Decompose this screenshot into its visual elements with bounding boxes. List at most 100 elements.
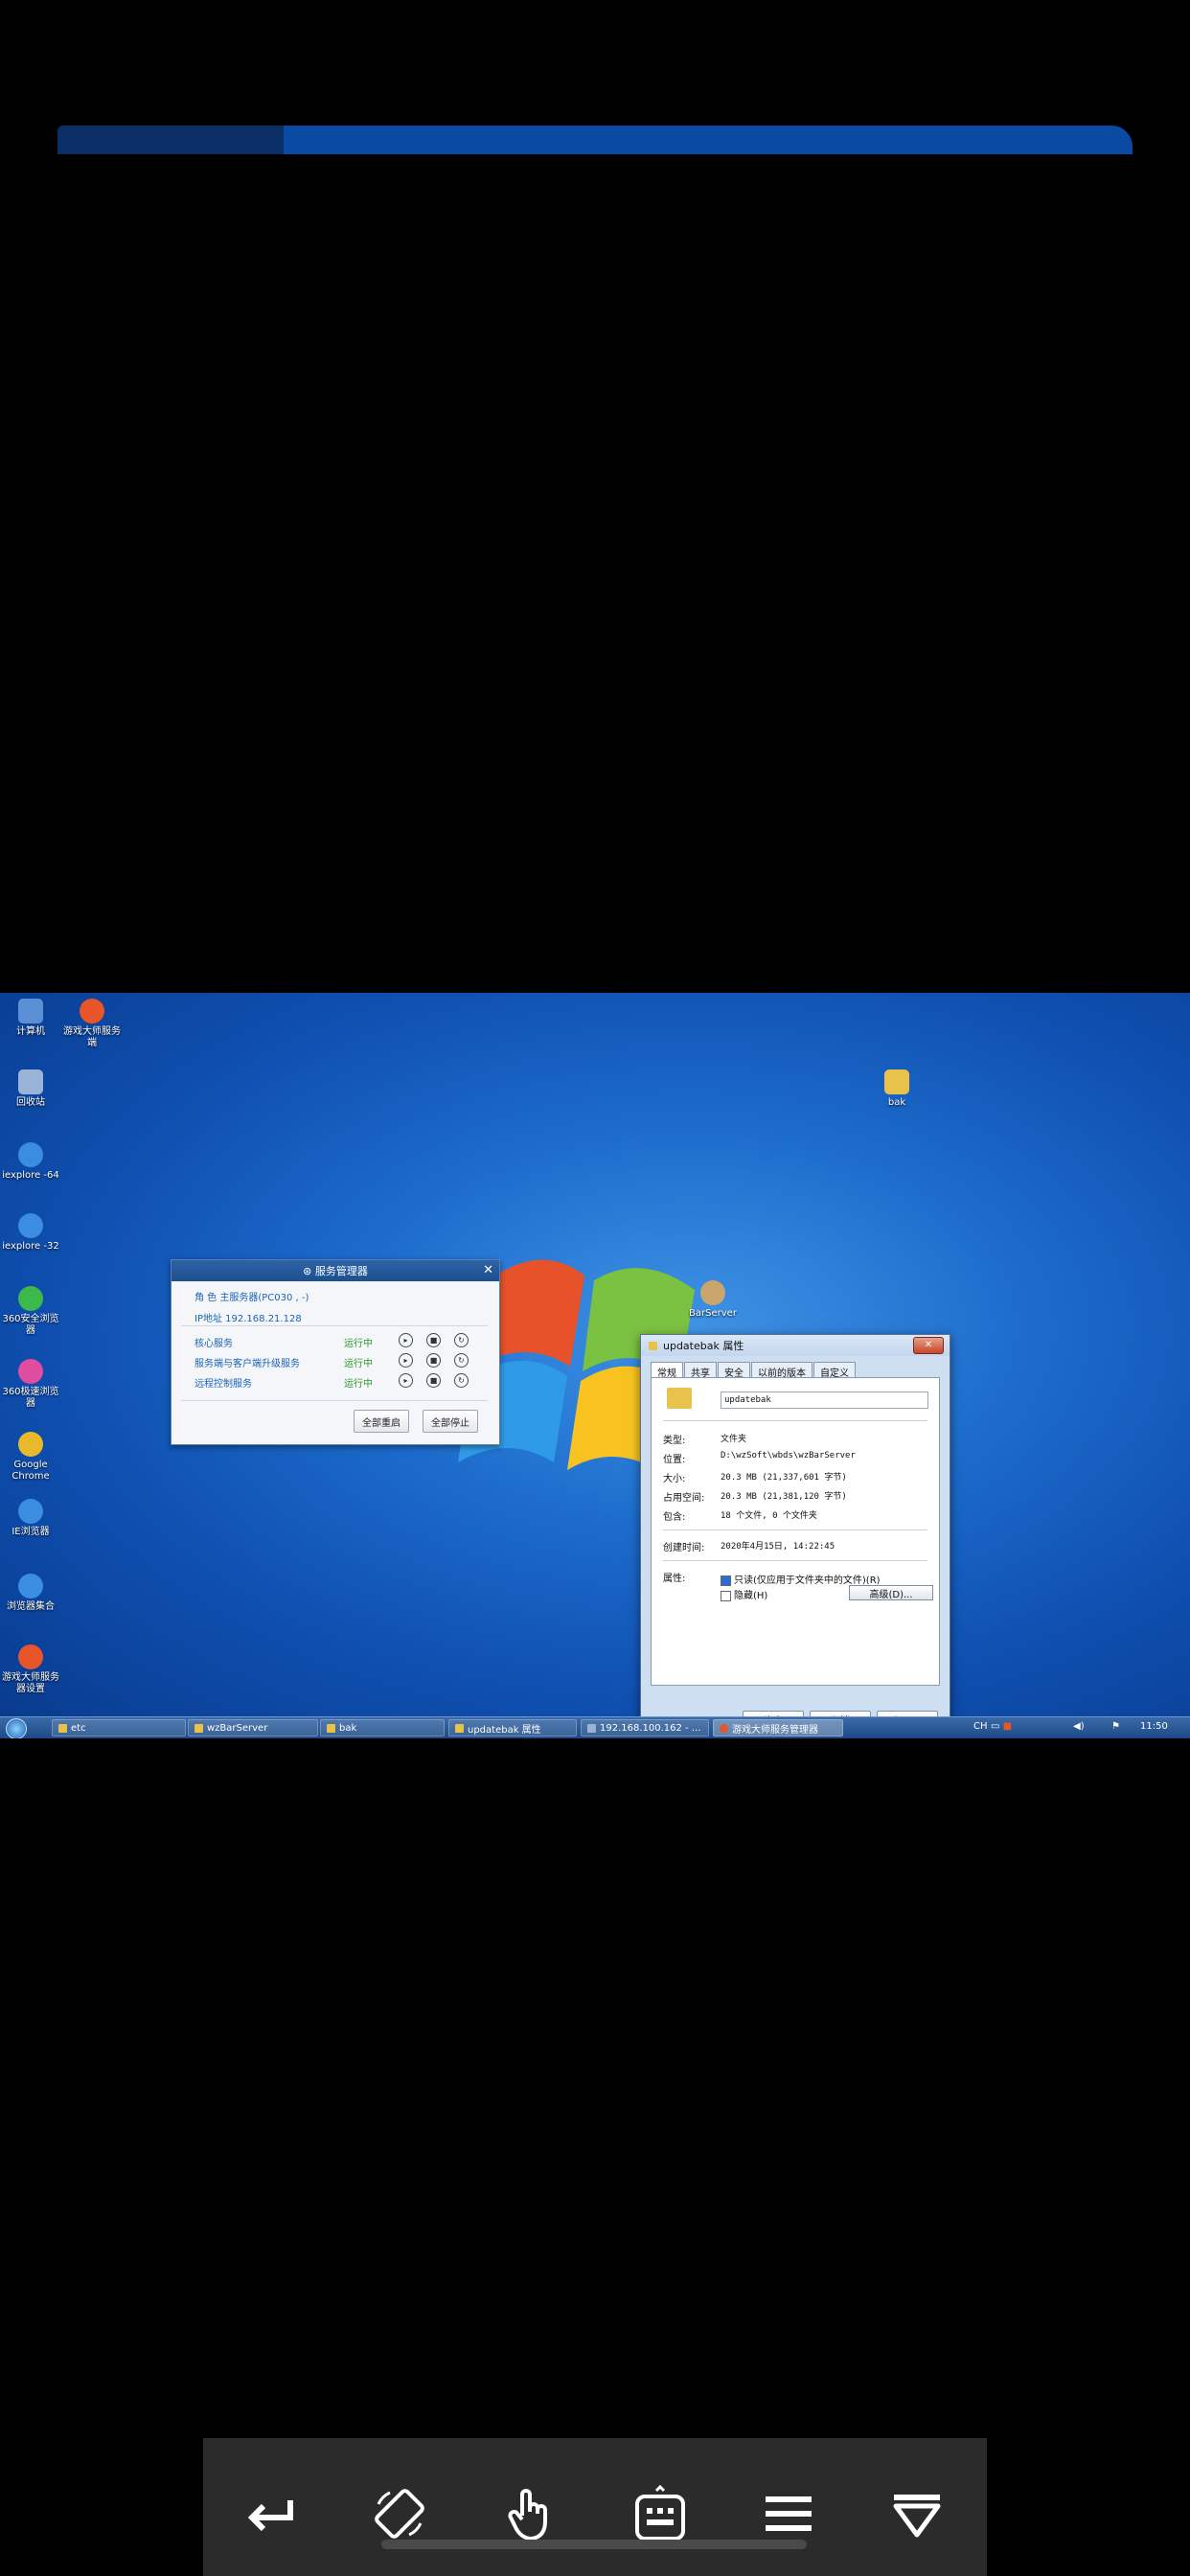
taskbar-item-remote[interactable]: 192.168.100.162 - ...: [581, 1719, 709, 1736]
service-manager-titlebar[interactable]: ⊛ 服务管理器 ✕: [172, 1260, 499, 1281]
service-controls: ▸ ■ ↻: [399, 1333, 469, 1347]
remote-control-bar: [203, 2438, 987, 2576]
touch-icon: [508, 2489, 547, 2542]
folder-icon: [195, 1723, 203, 1733]
rotate-icon: [375, 2489, 424, 2539]
360-browser-icon: [18, 1286, 43, 1311]
desktop-icon-server-settings[interactable]: 游戏大师服务器设置: [0, 1644, 61, 1695]
game-master-icon: [80, 999, 104, 1024]
desktop-icon-browser-set[interactable]: 浏览器集合: [0, 1574, 61, 1613]
collapse-button[interactable]: [883, 2480, 950, 2547]
stop-icon[interactable]: ■: [426, 1333, 441, 1347]
desktop-icon-computer[interactable]: 计算机: [0, 999, 61, 1038]
desktop-icon-game-master[interactable]: 游戏大师服务端: [61, 999, 123, 1049]
service-status: 运行中: [344, 1359, 373, 1369]
start-icon[interactable]: ▸: [399, 1353, 413, 1368]
service-name: 核心服务: [195, 1339, 233, 1349]
service-controls: ▸ ■ ↻: [399, 1353, 469, 1368]
hidden-checkbox[interactable]: 隐藏(H): [721, 1587, 767, 1601]
properties-titlebar[interactable]: updatebak 属性 ✕: [641, 1335, 950, 1356]
ip-text: IP地址 192.168.21.128: [195, 1314, 302, 1324]
folder-icon: [455, 1723, 464, 1733]
taskbar-item-properties[interactable]: updatebak 属性: [448, 1719, 577, 1736]
location-label: 位置:: [663, 1455, 686, 1465]
attributes-label: 属性:: [663, 1574, 686, 1584]
app-tray-icon[interactable]: ■: [1003, 1721, 1012, 1732]
desktop-icon-barserver[interactable]: BarServer: [682, 1280, 744, 1320]
folder-icon: [884, 1070, 909, 1094]
stop-all-button[interactable]: 全部停止: [423, 1410, 478, 1433]
language-indicator[interactable]: CH: [973, 1721, 988, 1732]
divider: [663, 1420, 927, 1421]
service-manager-logo-icon: ⊛: [303, 1264, 315, 1277]
location-value: D:\wzSoft\wbds\wzBarServer: [721, 1451, 856, 1460]
folder-name-field[interactable]: updatebak: [721, 1392, 928, 1409]
menu-button[interactable]: [755, 2480, 822, 2547]
close-icon[interactable]: ✕: [483, 1263, 493, 1277]
progress-fill: [57, 126, 284, 154]
restart-icon[interactable]: ↻: [454, 1373, 469, 1388]
desktop-icon-360-browser[interactable]: 360安全浏览器: [0, 1286, 61, 1337]
desktop-icon-bak[interactable]: bak: [866, 1070, 927, 1109]
readonly-checkbox[interactable]: 只读(仅应用于文件夹中的文件)(R): [721, 1572, 881, 1586]
touch-mode-button[interactable]: [496, 2480, 563, 2547]
desktop-icon-chrome[interactable]: Google Chrome: [0, 1432, 61, 1483]
stop-icon[interactable]: ■: [426, 1353, 441, 1368]
ie-icon: [18, 1574, 43, 1598]
size-value: 20.3 MB (21,337,601 字节): [721, 1473, 847, 1483]
taskbar-item-wzbarserver[interactable]: wzBarServer: [188, 1719, 318, 1736]
close-icon[interactable]: ✕: [913, 1337, 944, 1354]
keyboard-tray-icon[interactable]: ▭: [991, 1721, 999, 1732]
taskbar-item-service-manager[interactable]: 游戏大师服务管理器: [713, 1719, 843, 1736]
folder-properties-dialog[interactable]: updatebak 属性 ✕ 常规 共享 安全 以前的版本 自定义 update…: [640, 1334, 950, 1738]
created-label: 创建时间:: [663, 1543, 705, 1553]
taskbar-item-etc[interactable]: etc: [52, 1719, 186, 1736]
size-label: 大小:: [663, 1474, 686, 1484]
taskbar-item-bak[interactable]: bak: [320, 1719, 445, 1736]
remote-desktop[interactable]: 计算机 游戏大师服务端 回收站 iexplore -64 iexplore -3…: [0, 993, 1190, 1738]
back-button[interactable]: [238, 2480, 305, 2547]
flag-icon[interactable]: ⚑: [1111, 1721, 1120, 1732]
service-status: 运行中: [344, 1339, 373, 1349]
created-value: 2020年4月15日, 14:22:45: [721, 1542, 835, 1552]
restart-all-button[interactable]: 全部重启: [354, 1410, 409, 1433]
rotate-button[interactable]: [366, 2480, 433, 2547]
clock[interactable]: 11:50: [1140, 1721, 1168, 1732]
desktop-icon-ie[interactable]: IE浏览器: [0, 1499, 61, 1538]
ie-icon: [18, 1142, 43, 1167]
collapse-icon: [893, 2495, 941, 2538]
desktop-icon-iexplore-32[interactable]: iexplore -32: [0, 1213, 61, 1253]
properties-title: updatebak 属性: [663, 1340, 744, 1352]
recycle-bin-icon: [18, 1070, 43, 1094]
keyboard-icon: [635, 2484, 685, 2541]
start-icon[interactable]: ▸: [399, 1333, 413, 1347]
restart-icon[interactable]: ↻: [454, 1353, 469, 1368]
desktop-icon-iexplore-64[interactable]: iexplore -64: [0, 1142, 61, 1182]
desktop-icon-360-speed[interactable]: 360极速浏览器: [0, 1359, 61, 1410]
service-controls: ▸ ■ ↻: [399, 1373, 469, 1388]
checkbox-checked-icon: [721, 1575, 731, 1586]
keyboard-button[interactable]: [627, 2480, 694, 2547]
checkbox-icon: [721, 1590, 731, 1601]
service-manager-window[interactable]: ⊛ 服务管理器 ✕ 角 色 主服务器(PC030 , -) IP地址 192.1…: [171, 1259, 500, 1445]
start-icon[interactable]: ▸: [399, 1373, 413, 1388]
stop-icon[interactable]: ■: [426, 1373, 441, 1388]
folder-icon: [58, 1723, 67, 1733]
desktop-icon-recycle-bin[interactable]: 回收站: [0, 1070, 61, 1109]
folder-icon: [649, 1341, 657, 1350]
role-text: 角 色 主服务器(PC030 , -): [195, 1293, 309, 1303]
360-speed-icon: [18, 1359, 43, 1384]
start-button[interactable]: [6, 1718, 27, 1738]
volume-icon[interactable]: ◀): [1073, 1721, 1085, 1732]
advanced-button[interactable]: 高级(D)...: [849, 1585, 933, 1600]
chrome-icon: [18, 1432, 43, 1457]
restart-icon[interactable]: ↻: [454, 1333, 469, 1347]
ie-icon: [18, 1499, 43, 1524]
computer-icon: [18, 999, 43, 1024]
menu-icon: [766, 2496, 812, 2531]
settings-gear-icon: [18, 1644, 43, 1669]
service-status: 运行中: [344, 1379, 373, 1390]
home-indicator[interactable]: [381, 2540, 807, 2549]
game-master-icon: [720, 1723, 728, 1733]
size-on-disk-value: 20.3 MB (21,381,120 字节): [721, 1492, 847, 1502]
